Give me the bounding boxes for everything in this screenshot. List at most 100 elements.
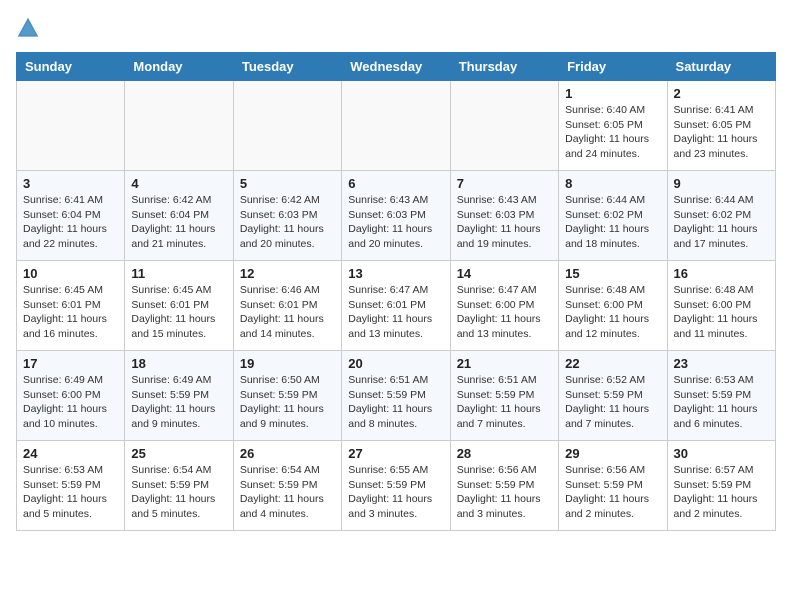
day-number: 23 bbox=[674, 356, 769, 371]
day-number: 8 bbox=[565, 176, 660, 191]
day-number: 1 bbox=[565, 86, 660, 101]
day-number: 2 bbox=[674, 86, 769, 101]
calendar-cell bbox=[342, 81, 450, 171]
day-info: Sunrise: 6:54 AM Sunset: 5:59 PM Dayligh… bbox=[240, 463, 335, 522]
day-info: Sunrise: 6:48 AM Sunset: 6:00 PM Dayligh… bbox=[674, 283, 769, 342]
day-info: Sunrise: 6:41 AM Sunset: 6:04 PM Dayligh… bbox=[23, 193, 118, 252]
week-row-0: 1 Sunrise: 6:40 AM Sunset: 6:05 PM Daylig… bbox=[17, 81, 776, 171]
day-info: Sunrise: 6:53 AM Sunset: 5:59 PM Dayligh… bbox=[23, 463, 118, 522]
calendar-cell: 13 Sunrise: 6:47 AM Sunset: 6:01 PM Dayli… bbox=[342, 261, 450, 351]
weekday-header-friday: Friday bbox=[559, 53, 667, 81]
day-number: 26 bbox=[240, 446, 335, 461]
calendar-cell: 18 Sunrise: 6:49 AM Sunset: 5:59 PM Dayli… bbox=[125, 351, 233, 441]
page-header bbox=[16, 16, 776, 40]
weekday-header-wednesday: Wednesday bbox=[342, 53, 450, 81]
calendar-cell: 5 Sunrise: 6:42 AM Sunset: 6:03 PM Daylig… bbox=[233, 171, 341, 261]
day-info: Sunrise: 6:56 AM Sunset: 5:59 PM Dayligh… bbox=[565, 463, 660, 522]
day-info: Sunrise: 6:52 AM Sunset: 5:59 PM Dayligh… bbox=[565, 373, 660, 432]
day-info: Sunrise: 6:46 AM Sunset: 6:01 PM Dayligh… bbox=[240, 283, 335, 342]
calendar-cell: 24 Sunrise: 6:53 AM Sunset: 5:59 PM Dayli… bbox=[17, 441, 125, 531]
day-info: Sunrise: 6:55 AM Sunset: 5:59 PM Dayligh… bbox=[348, 463, 443, 522]
calendar-cell: 21 Sunrise: 6:51 AM Sunset: 5:59 PM Dayli… bbox=[450, 351, 558, 441]
calendar-cell: 30Sunrise: 6:57 AM Sunset: 5:59 PM Dayli… bbox=[667, 441, 775, 531]
day-info: Sunrise: 6:57 AM Sunset: 5:59 PM Dayligh… bbox=[674, 463, 769, 522]
weekday-header-thursday: Thursday bbox=[450, 53, 558, 81]
day-number: 16 bbox=[674, 266, 769, 281]
day-info: Sunrise: 6:47 AM Sunset: 6:00 PM Dayligh… bbox=[457, 283, 552, 342]
calendar-cell: 1 Sunrise: 6:40 AM Sunset: 6:05 PM Daylig… bbox=[559, 81, 667, 171]
day-info: Sunrise: 6:45 AM Sunset: 6:01 PM Dayligh… bbox=[131, 283, 226, 342]
calendar-cell: 27 Sunrise: 6:55 AM Sunset: 5:59 PM Dayli… bbox=[342, 441, 450, 531]
day-info: Sunrise: 6:44 AM Sunset: 6:02 PM Dayligh… bbox=[674, 193, 769, 252]
calendar-cell: 25Sunrise: 6:54 AM Sunset: 5:59 PM Dayli… bbox=[125, 441, 233, 531]
calendar-cell: 23 Sunrise: 6:53 AM Sunset: 5:59 PM Dayli… bbox=[667, 351, 775, 441]
day-number: 29 bbox=[565, 446, 660, 461]
calendar-cell: 2 Sunrise: 6:41 AM Sunset: 6:05 PM Daylig… bbox=[667, 81, 775, 171]
calendar-cell: 4Sunrise: 6:42 AM Sunset: 6:04 PM Daylig… bbox=[125, 171, 233, 261]
logo-icon bbox=[16, 16, 40, 40]
day-number: 24 bbox=[23, 446, 118, 461]
day-number: 5 bbox=[240, 176, 335, 191]
calendar-cell: 11 Sunrise: 6:45 AM Sunset: 6:01 PM Dayli… bbox=[125, 261, 233, 351]
week-row-3: 17 Sunrise: 6:49 AM Sunset: 6:00 PM Dayli… bbox=[17, 351, 776, 441]
calendar-cell: 15 Sunrise: 6:48 AM Sunset: 6:00 PM Dayli… bbox=[559, 261, 667, 351]
day-info: Sunrise: 6:41 AM Sunset: 6:05 PM Dayligh… bbox=[674, 103, 769, 162]
day-info: Sunrise: 6:40 AM Sunset: 6:05 PM Dayligh… bbox=[565, 103, 660, 162]
day-number: 10 bbox=[23, 266, 118, 281]
day-number: 19 bbox=[240, 356, 335, 371]
day-number: 3 bbox=[23, 176, 118, 191]
day-info: Sunrise: 6:47 AM Sunset: 6:01 PM Dayligh… bbox=[348, 283, 443, 342]
day-number: 28 bbox=[457, 446, 552, 461]
day-number: 21 bbox=[457, 356, 552, 371]
day-info: Sunrise: 6:44 AM Sunset: 6:02 PM Dayligh… bbox=[565, 193, 660, 252]
calendar-cell: 8 Sunrise: 6:44 AM Sunset: 6:02 PM Daylig… bbox=[559, 171, 667, 261]
day-number: 4 bbox=[131, 176, 226, 191]
calendar-cell: 6Sunrise: 6:43 AM Sunset: 6:03 PM Daylig… bbox=[342, 171, 450, 261]
calendar-cell: 12Sunrise: 6:46 AM Sunset: 6:01 PM Dayli… bbox=[233, 261, 341, 351]
calendar-cell: 29 Sunrise: 6:56 AM Sunset: 5:59 PM Dayli… bbox=[559, 441, 667, 531]
calendar-cell: 19 Sunrise: 6:50 AM Sunset: 5:59 PM Dayli… bbox=[233, 351, 341, 441]
weekday-header-saturday: Saturday bbox=[667, 53, 775, 81]
week-row-1: 3 Sunrise: 6:41 AM Sunset: 6:04 PM Daylig… bbox=[17, 171, 776, 261]
day-info: Sunrise: 6:53 AM Sunset: 5:59 PM Dayligh… bbox=[674, 373, 769, 432]
day-number: 17 bbox=[23, 356, 118, 371]
calendar-cell: 16 Sunrise: 6:48 AM Sunset: 6:00 PM Dayli… bbox=[667, 261, 775, 351]
calendar-cell: 7Sunrise: 6:43 AM Sunset: 6:03 PM Daylig… bbox=[450, 171, 558, 261]
day-number: 22 bbox=[565, 356, 660, 371]
day-info: Sunrise: 6:49 AM Sunset: 5:59 PM Dayligh… bbox=[131, 373, 226, 432]
day-number: 27 bbox=[348, 446, 443, 461]
calendar-table: SundayMondayTuesdayWednesdayThursdayFrid… bbox=[16, 52, 776, 531]
weekday-header-monday: Monday bbox=[125, 53, 233, 81]
day-info: Sunrise: 6:48 AM Sunset: 6:00 PM Dayligh… bbox=[565, 283, 660, 342]
week-row-4: 24 Sunrise: 6:53 AM Sunset: 5:59 PM Dayli… bbox=[17, 441, 776, 531]
day-number: 20 bbox=[348, 356, 443, 371]
day-info: Sunrise: 6:42 AM Sunset: 6:03 PM Dayligh… bbox=[240, 193, 335, 252]
day-number: 13 bbox=[348, 266, 443, 281]
logo bbox=[16, 16, 44, 40]
day-info: Sunrise: 6:51 AM Sunset: 5:59 PM Dayligh… bbox=[348, 373, 443, 432]
calendar-cell: 9Sunrise: 6:44 AM Sunset: 6:02 PM Daylig… bbox=[667, 171, 775, 261]
calendar-cell bbox=[125, 81, 233, 171]
day-number: 14 bbox=[457, 266, 552, 281]
day-number: 11 bbox=[131, 266, 226, 281]
calendar-cell: 10 Sunrise: 6:45 AM Sunset: 6:01 PM Dayli… bbox=[17, 261, 125, 351]
day-info: Sunrise: 6:50 AM Sunset: 5:59 PM Dayligh… bbox=[240, 373, 335, 432]
day-info: Sunrise: 6:43 AM Sunset: 6:03 PM Dayligh… bbox=[457, 193, 552, 252]
day-info: Sunrise: 6:51 AM Sunset: 5:59 PM Dayligh… bbox=[457, 373, 552, 432]
weekday-header-row: SundayMondayTuesdayWednesdayThursdayFrid… bbox=[17, 53, 776, 81]
calendar-cell bbox=[450, 81, 558, 171]
calendar-cell bbox=[233, 81, 341, 171]
day-number: 15 bbox=[565, 266, 660, 281]
calendar-body: 1 Sunrise: 6:40 AM Sunset: 6:05 PM Daylig… bbox=[17, 81, 776, 531]
day-info: Sunrise: 6:49 AM Sunset: 6:00 PM Dayligh… bbox=[23, 373, 118, 432]
calendar-cell: 20 Sunrise: 6:51 AM Sunset: 5:59 PM Dayli… bbox=[342, 351, 450, 441]
day-number: 25 bbox=[131, 446, 226, 461]
day-number: 18 bbox=[131, 356, 226, 371]
calendar-cell: 14 Sunrise: 6:47 AM Sunset: 6:00 PM Dayli… bbox=[450, 261, 558, 351]
day-number: 6 bbox=[348, 176, 443, 191]
weekday-header-sunday: Sunday bbox=[17, 53, 125, 81]
calendar-cell: 3 Sunrise: 6:41 AM Sunset: 6:04 PM Daylig… bbox=[17, 171, 125, 261]
calendar-cell: 26 Sunrise: 6:54 AM Sunset: 5:59 PM Dayli… bbox=[233, 441, 341, 531]
calendar-cell: 28Sunrise: 6:56 AM Sunset: 5:59 PM Dayli… bbox=[450, 441, 558, 531]
day-info: Sunrise: 6:45 AM Sunset: 6:01 PM Dayligh… bbox=[23, 283, 118, 342]
